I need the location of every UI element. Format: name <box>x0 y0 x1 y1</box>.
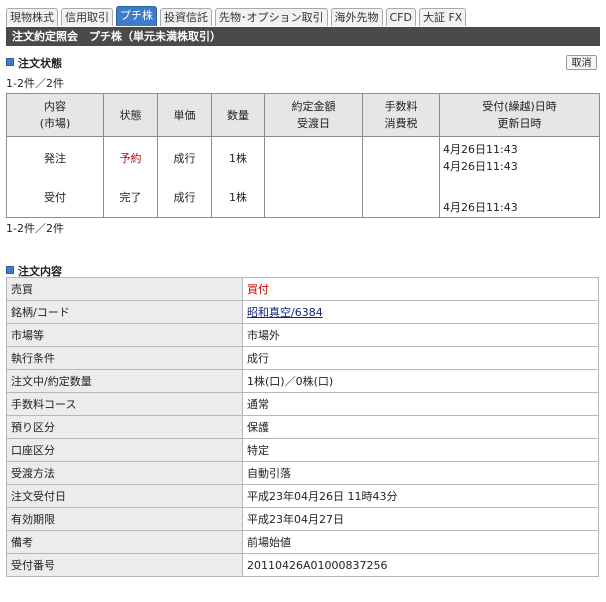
cell-dates: 4月26日11:43 4月26日11:43 4月26日11:43 <box>439 136 600 218</box>
detail-key: 口座区分 <box>6 438 243 462</box>
header-amount: 約定金額 受渡日 <box>264 93 363 137</box>
table-row: 預り区分 保護 <box>6 415 599 439</box>
status-section-heading: 注文状態 <box>6 55 62 71</box>
detail-value: 買付 <box>242 277 599 301</box>
table-row: 注文受付日 平成23年04月26日 11時43分 <box>6 484 599 508</box>
result-count-top: 1-2件／2件 <box>6 77 64 90</box>
table-row: 手数料コース 通常 <box>6 392 599 416</box>
tab-stocks[interactable]: 現物株式 <box>6 8 58 26</box>
content-accept: 受付 <box>44 191 66 204</box>
cell-amount <box>264 136 363 218</box>
detail-value: 平成23年04月26日 11時43分 <box>242 484 599 508</box>
cancel-button[interactable]: 取消 <box>566 55 597 70</box>
detail-value: 前場始値 <box>242 530 599 554</box>
header-amount-line1: 約定金額 <box>291 100 336 113</box>
qty-accept: 1株 <box>229 191 247 204</box>
page-title: 注文約定照会 プチ株（単元未満株取引） <box>6 27 600 46</box>
table-row: 有効期限 平成23年04月27日 <box>6 507 599 531</box>
tab-margin[interactable]: 信用取引 <box>61 8 113 26</box>
order-status-table: 内容 (市場) 状態 単価 数量 約定金額受渡日 手数料消費税 受付(繰越)日時更… <box>6 93 600 218</box>
table-row: 口座区分 特定 <box>6 438 599 462</box>
detail-key: 注文受付日 <box>6 484 243 508</box>
bullet-square-icon <box>6 58 14 66</box>
cell-fee <box>362 136 440 218</box>
header-state: 状態 <box>103 93 158 137</box>
status-header-row: 内容 (市場) 状態 単価 数量 約定金額受渡日 手数料消費税 受付(繰越)日時更… <box>6 93 600 137</box>
detail-value: 保護 <box>242 415 599 439</box>
content-order: 発注 <box>44 152 66 165</box>
date-accept-row: 4月26日11:43 <box>443 201 518 214</box>
cell-content: 発注 受付 <box>6 136 104 218</box>
state-complete: 完了 <box>119 191 142 204</box>
price-order: 成行 <box>173 152 196 165</box>
detail-key: 有効期限 <box>6 507 243 531</box>
detail-value: 特定 <box>242 438 599 462</box>
date-updated: 4月26日11:43 <box>443 160 518 173</box>
detail-key: 市場等 <box>6 323 243 347</box>
tab-petit-stocks[interactable]: プチ株 <box>116 6 157 26</box>
header-fee-line2: 消費税 <box>384 117 418 130</box>
header-content-line2: (市場) <box>39 117 71 130</box>
order-detail-table: 売買 買付 銘柄/コード 昭和真空/6384 市場等 市場外 執行条件 成行 注文中/約… <box>6 277 599 577</box>
detail-key: 執行条件 <box>6 346 243 370</box>
header-content-line1: 内容 <box>44 100 66 113</box>
header-fee: 手数料 消費税 <box>362 93 440 137</box>
cell-state: 予約 完了 <box>103 136 158 218</box>
bullet-square-icon <box>6 266 14 274</box>
detail-value: 成行 <box>242 346 599 370</box>
header-amount-line2: 受渡日 <box>297 117 330 130</box>
header-price: 単価 <box>157 93 212 137</box>
detail-key: 注文中/約定数量 <box>6 369 243 393</box>
detail-key: 預り区分 <box>6 415 243 439</box>
header-fee-line1: 手数料 <box>384 100 418 113</box>
table-row: 受付番号 20110426A01000837256 <box>6 553 599 577</box>
detail-key: 受渡方法 <box>6 461 243 485</box>
header-date-line2: 更新日時 <box>497 117 542 130</box>
detail-value: 市場外 <box>242 323 599 347</box>
detail-key: 銘柄/コード <box>6 300 243 324</box>
qty-order: 1株 <box>229 152 247 165</box>
date-accepted: 4月26日11:43 <box>443 143 518 156</box>
product-tabs: 現物株式 信用取引 プチ株 投資信託 先物･オプション取引 海外先物 CFD 大… <box>6 6 469 27</box>
table-row: 執行条件 成行 <box>6 346 599 370</box>
table-row: 銘柄/コード 昭和真空/6384 <box>6 300 599 324</box>
status-heading-text: 注文状態 <box>18 57 62 70</box>
status-data-row: 発注 受付 予約 完了 成行 成行 1株 1株 4月26日11:43 4月26日… <box>6 136 600 218</box>
table-row: 市場等 市場外 <box>6 323 599 347</box>
tab-futures-options[interactable]: 先物･オプション取引 <box>215 8 328 26</box>
table-row: 売買 買付 <box>6 277 599 301</box>
tab-investment-trust[interactable]: 投資信託 <box>160 8 212 26</box>
detail-value: 平成23年04月27日 <box>242 507 599 531</box>
table-row: 備考 前場始値 <box>6 530 599 554</box>
header-date-line1: 受付(繰越)日時 <box>482 100 557 113</box>
detail-key: 売買 <box>6 277 243 301</box>
stock-link[interactable]: 昭和真空/6384 <box>247 306 323 319</box>
table-row: 注文中/約定数量 1株(口)／0株(口) <box>6 369 599 393</box>
detail-value: 20110426A01000837256 <box>242 553 599 577</box>
detail-key: 手数料コース <box>6 392 243 416</box>
table-row: 受渡方法 自動引落 <box>6 461 599 485</box>
price-accept: 成行 <box>173 191 196 204</box>
header-date: 受付(繰越)日時 更新日時 <box>439 93 600 137</box>
detail-key: 備考 <box>6 530 243 554</box>
header-content: 内容 (市場) <box>6 93 104 137</box>
detail-key: 受付番号 <box>6 553 243 577</box>
cell-price: 成行 成行 <box>157 136 212 218</box>
tab-cfd[interactable]: CFD <box>385 8 416 26</box>
detail-value: 自動引落 <box>242 461 599 485</box>
detail-value: 1株(口)／0株(口) <box>242 369 599 393</box>
tab-osaka-fx[interactable]: 大証 FX <box>418 8 467 26</box>
cell-qty: 1株 1株 <box>211 136 265 218</box>
detail-value: 通常 <box>242 392 599 416</box>
header-qty: 数量 <box>211 93 265 137</box>
detail-value: 昭和真空/6384 <box>242 300 599 324</box>
tab-overseas-futures[interactable]: 海外先物 <box>330 8 383 26</box>
result-count-bottom: 1-2件／2件 <box>6 222 64 235</box>
state-reserved: 予約 <box>119 152 142 165</box>
